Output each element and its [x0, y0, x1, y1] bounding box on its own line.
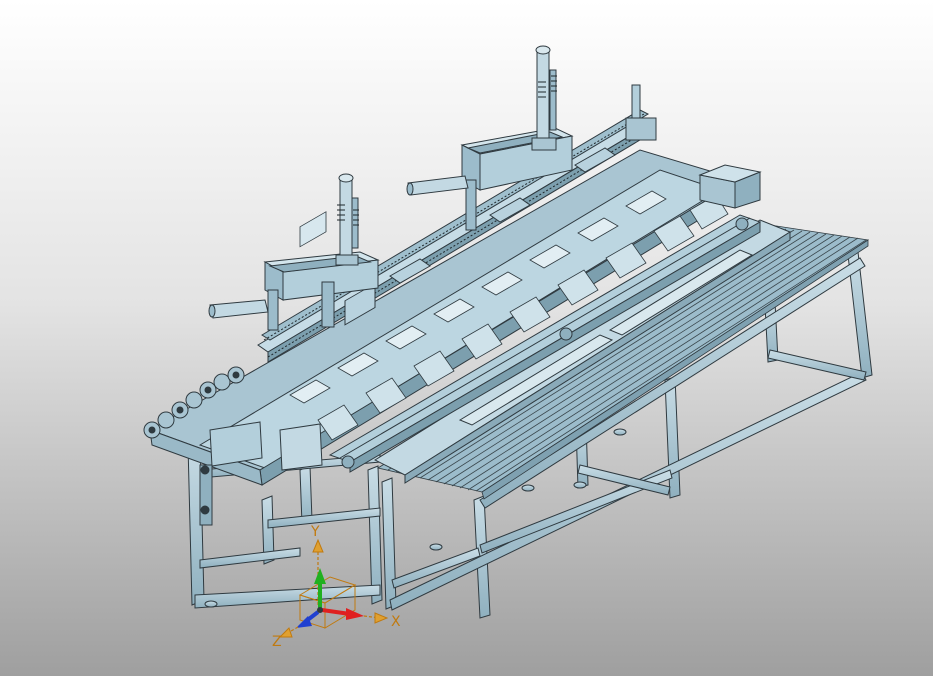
z-axis-label: Z: [272, 634, 282, 650]
pocket-row: [299, 211, 327, 248]
z-axis-tip: [278, 627, 293, 638]
3d-viewport[interactable]: Y X Z: [0, 0, 933, 676]
y-axis-label: Y: [310, 524, 320, 540]
cad-model[interactable]: Y X Z: [0, 0, 933, 676]
x-axis-tip: [374, 612, 389, 624]
y-axis-tip: [312, 538, 324, 553]
x-axis-label: X: [391, 614, 401, 630]
conveyor-end-block: [698, 164, 762, 209]
y-axis-arrow: [314, 568, 326, 584]
